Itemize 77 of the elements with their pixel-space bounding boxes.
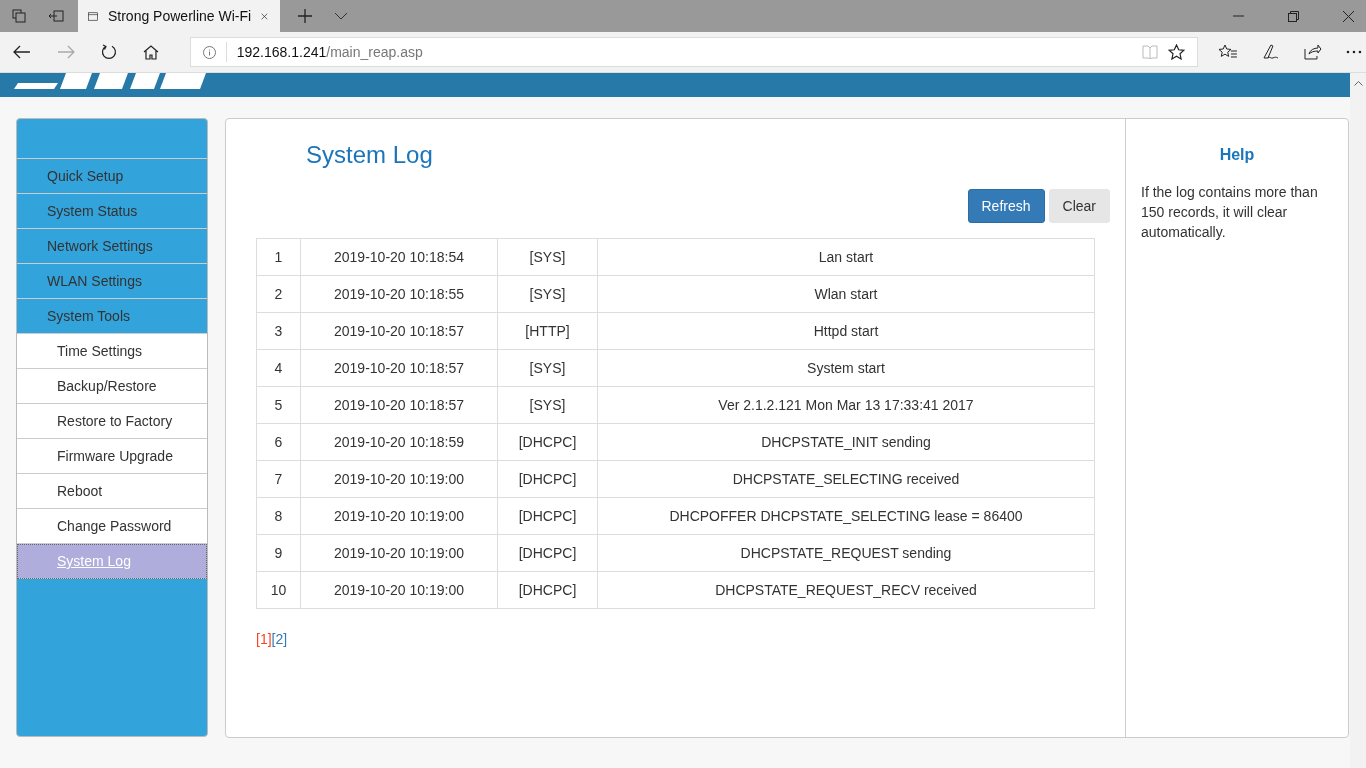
menu-item[interactable]: Network Settings (17, 229, 207, 264)
time-cell: 2019-10-20 10:18:54 (300, 238, 498, 276)
message-cell: System start (597, 349, 1095, 387)
time-cell: 2019-10-20 10:19:00 (300, 460, 498, 498)
index-cell: 10 (256, 571, 301, 609)
message-cell: DHCPSTATE_REQUEST sending (597, 534, 1095, 572)
tabs-aside-icon[interactable] (12, 9, 26, 23)
message-cell: Wlan start (597, 275, 1095, 313)
index-cell: 6 (256, 423, 301, 461)
clear-button[interactable]: Clear (1048, 189, 1110, 223)
index-cell: 1 (256, 238, 301, 276)
page-icon (88, 9, 98, 23)
favorites-icon[interactable] (1218, 44, 1239, 60)
index-cell: 4 (256, 349, 301, 387)
message-cell: DHCPOFFER DHCPSTATE_SELECTING lease = 86400 (597, 497, 1095, 535)
tab-preview-icon[interactable] (48, 10, 64, 22)
star-icon[interactable] (1168, 44, 1186, 60)
address-bar[interactable]: 192.168.1.241/main_reap.asp (189, 37, 1199, 67)
chevron-down-icon[interactable] (334, 12, 348, 20)
close-icon[interactable] (1343, 10, 1354, 22)
submenu-item[interactable]: Reboot (17, 474, 207, 509)
time-cell: 2019-10-20 10:19:00 (300, 534, 498, 572)
more-icon[interactable] (1346, 50, 1362, 54)
index-cell: 5 (256, 386, 301, 424)
message-cell: DHCPSTATE_REQUEST_RECV received (597, 571, 1095, 609)
page-title: System Log (306, 141, 434, 169)
source-cell: [SYS] (497, 386, 598, 424)
browser-tab[interactable]: Strong Powerline Wi-Fi (78, 0, 280, 32)
message-cell: Httpd start (597, 312, 1095, 350)
help-text: If the log contains more than 150 records, it will clear automatically. (1141, 183, 1319, 242)
source-cell: [DHCPC] (497, 534, 598, 572)
source-cell: [DHCPC] (497, 497, 598, 535)
home-icon[interactable] (141, 44, 160, 60)
index-cell: 2 (256, 275, 301, 313)
refresh-button[interactable]: Refresh (967, 189, 1045, 223)
submenu-item[interactable]: Time Settings (17, 334, 207, 369)
time-cell: 2019-10-20 10:18:57 (300, 312, 498, 350)
menu-item[interactable]: System Status (17, 194, 207, 229)
restore-icon[interactable] (1288, 10, 1299, 22)
submenu-item[interactable]: Change Password (17, 509, 207, 544)
scrollbar[interactable] (1350, 73, 1366, 768)
source-cell: [HTTP] (497, 312, 598, 350)
scroll-up-icon[interactable] (1353, 81, 1363, 86)
time-cell: 2019-10-20 10:18:59 (300, 423, 498, 461)
time-cell: 2019-10-20 10:19:00 (300, 497, 498, 535)
submenu-item[interactable]: Backup/Restore (17, 369, 207, 404)
source-cell: [SYS] (497, 349, 598, 387)
close-icon[interactable] (261, 10, 268, 22)
menu-item[interactable]: Quick Setup (17, 159, 207, 194)
share-icon[interactable] (1304, 44, 1323, 60)
source-cell: [SYS] (497, 238, 598, 276)
message-cell: DHCPSTATE_SELECTING received (597, 460, 1095, 498)
index-cell: 3 (256, 312, 301, 350)
submenu-item[interactable]: Firmware Upgrade (17, 439, 207, 474)
source-cell: [DHCPC] (497, 423, 598, 461)
pen-icon[interactable] (1262, 43, 1281, 61)
back-icon[interactable] (12, 45, 32, 59)
page-link[interactable]: [2] (271, 631, 288, 647)
source-cell: [SYS] (497, 275, 598, 313)
message-cell: DHCPSTATE_INIT sending (597, 423, 1095, 461)
index-cell: 7 (256, 460, 301, 498)
index-cell: 8 (256, 497, 301, 535)
time-cell: 2019-10-20 10:19:00 (300, 571, 498, 609)
source-cell: [DHCPC] (497, 571, 598, 609)
refresh-icon[interactable] (99, 44, 118, 60)
message-cell: Ver 2.1.2.121 Mon Mar 13 17:33:41 2017 (597, 386, 1095, 424)
time-cell: 2019-10-20 10:18:55 (300, 275, 498, 313)
time-cell: 2019-10-20 10:18:57 (300, 349, 498, 387)
index-cell: 9 (256, 534, 301, 572)
time-cell: 2019-10-20 10:18:57 (300, 386, 498, 424)
menu-item[interactable]: WLAN Settings (17, 264, 207, 299)
info-icon (202, 45, 216, 59)
new-tab-icon[interactable] (298, 9, 312, 23)
source-cell: [DHCPC] (497, 460, 598, 498)
help-title: Help (1218, 146, 1256, 164)
message-cell: Lan start (597, 238, 1095, 276)
submenu-item[interactable]: Restore to Factory (17, 404, 207, 439)
